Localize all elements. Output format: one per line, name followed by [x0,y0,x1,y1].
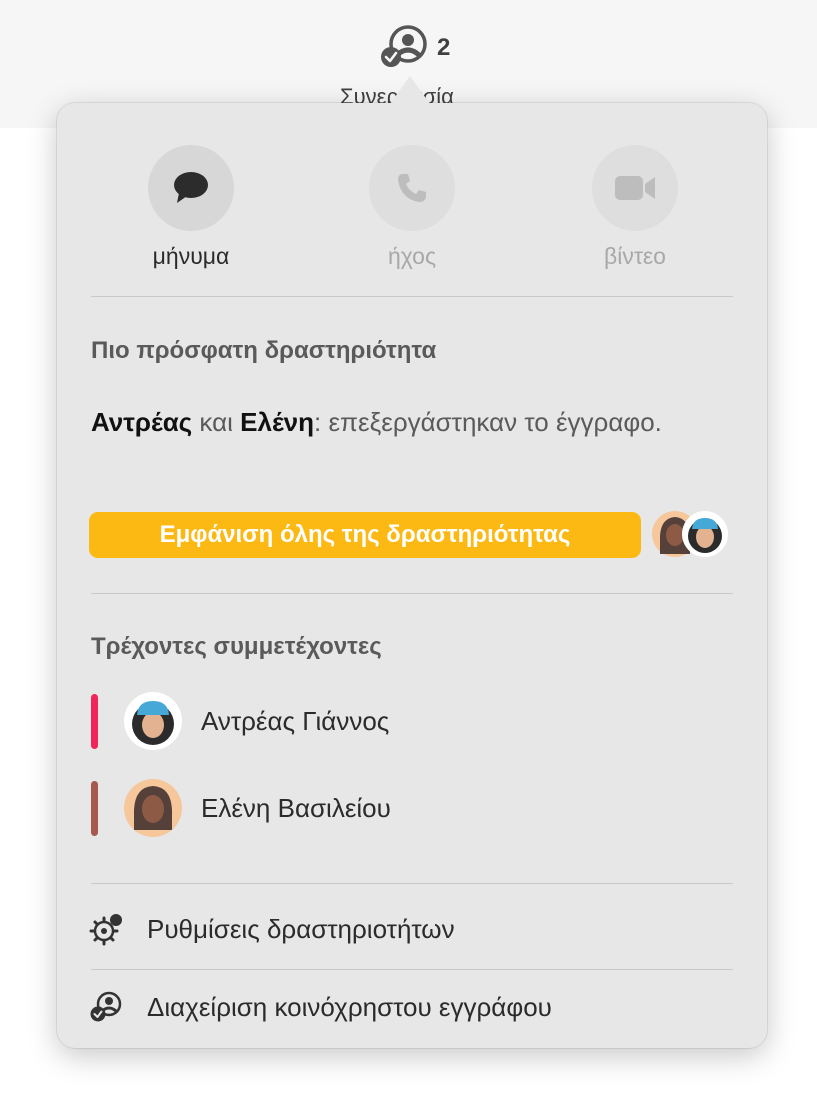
activity-summary: Αντρέας και Ελένη: επεξεργάστηκαν το έγγ… [91,401,711,443]
activity-settings-item[interactable]: Ρυθμίσεις δραστηριοτήτων [89,901,729,957]
activity-name-1: Αντρέας [91,407,193,437]
divider [91,969,733,970]
video-label: βίντεο [604,243,666,269]
avatar-antreas [682,511,728,557]
collaborator-count: 2 [437,34,451,61]
popover-arrow [390,76,430,104]
video-camera-icon [615,176,655,200]
audio-circle [369,145,455,231]
message-circle [148,145,234,231]
participant-row[interactable]: Ελένη Βασιλείου [91,776,711,840]
avatar [124,692,182,750]
manage-shared-document-item[interactable]: Διαχείριση κοινόχρηστου εγγράφου [89,979,729,1035]
participant-name: Ελένη Βασιλείου [201,792,391,823]
participant-color-bar [91,780,98,836]
recent-activity-title: Πιο πρόσφατη δραστηριότητα [91,337,437,364]
divider [91,296,733,297]
audio-label: ήχος [387,243,437,269]
participant-color-bar [91,693,98,749]
participant-row[interactable]: Αντρέας Γιάννος [91,689,711,753]
activity-avatars [651,510,741,560]
avatar [124,779,182,837]
manage-shared-document-label: Διαχείριση κοινόχρηστου εγγράφου [147,991,552,1022]
phone-icon [398,174,426,202]
participants-title: Τρέχοντες συμμετέχοντες [91,633,382,660]
message-button[interactable]: μήνυμα [121,145,261,275]
audio-button[interactable]: ήχος [342,145,482,275]
video-button[interactable]: βίντεο [565,145,705,275]
shared-document-icon [90,991,122,1022]
video-circle [592,145,678,231]
collaboration-button[interactable]: 2 [376,22,466,78]
activity-settings-label: Ρυθμίσεις δραστηριοτήτων [147,913,455,944]
show-all-activity-button[interactable]: Εμφάνιση όλης της δραστηριότητας [89,512,641,558]
divider [91,883,733,884]
activity-conjunction: και [192,407,241,437]
activity-description: : επεξεργάστηκαν το έγγραφο. [314,407,662,437]
participant-name: Αντρέας Γιάννος [201,705,390,736]
collaboration-popover: μήνυμα ήχος βίντεο Πιο πρόσφατη δραστηρι… [57,103,767,1048]
communication-row: μήνυμα ήχος βίντεο [57,145,767,275]
gear-badge-icon [89,914,122,946]
divider [91,593,733,594]
message-label: μήνυμα [152,243,230,269]
collaboration-icon [381,25,427,67]
speech-bubble-icon [174,172,208,203]
activity-name-2: Ελένη [240,407,315,437]
